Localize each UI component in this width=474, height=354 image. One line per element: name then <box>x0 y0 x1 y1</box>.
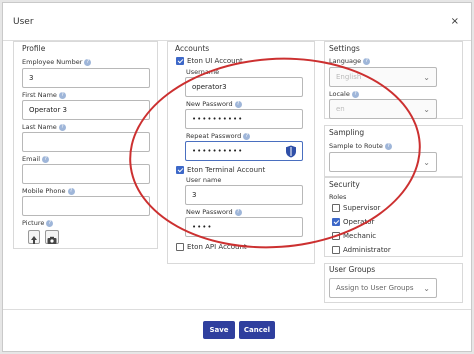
username-field[interactable]: operator3 <box>185 77 303 97</box>
user-groups-title: User Groups <box>329 265 376 274</box>
close-icon[interactable]: × <box>451 16 459 27</box>
profile-panel: Profile Employee Number? 3 First Name? O… <box>13 41 158 249</box>
sampling-panel: Sampling Sample to Route? ⌄ <box>324 125 463 177</box>
locale-label: Locale? <box>329 90 359 98</box>
operator-checkbox[interactable] <box>332 218 340 226</box>
terminal-username-field[interactable]: 3 <box>185 185 303 205</box>
settings-title: Settings <box>329 44 360 53</box>
username-label: Username <box>186 68 220 76</box>
camera-icon[interactable] <box>45 230 59 244</box>
terminal-password-label: New Password? <box>186 208 242 216</box>
eton-api-checkbox[interactable] <box>176 243 184 251</box>
sampling-title: Sampling <box>329 128 365 137</box>
new-password-label: New Password? <box>186 100 242 108</box>
help-icon[interactable]: ? <box>67 188 75 195</box>
repeat-password-field[interactable]: •••••••••• <box>185 141 303 161</box>
picture-label: Picture? <box>22 219 54 227</box>
accounts-title: Accounts <box>175 44 210 53</box>
email-label: Email? <box>22 155 50 163</box>
operator-label: Operator <box>343 218 375 226</box>
chevron-down-icon: ⌄ <box>423 73 430 82</box>
dialog-body: Profile Employee Number? 3 First Name? O… <box>3 41 471 309</box>
sample-route-label: Sample to Route? <box>329 142 392 150</box>
dialog-footer: Save Cancel <box>3 309 471 353</box>
mobile-phone-field[interactable] <box>22 196 150 216</box>
administrator-checkbox[interactable] <box>332 246 340 254</box>
first-name-field[interactable]: Operator 3 <box>22 100 150 120</box>
chevron-down-icon: ⌄ <box>423 284 430 293</box>
cancel-button[interactable]: Cancel <box>239 321 275 339</box>
help-icon[interactable]: ? <box>351 91 359 98</box>
roles-label: Roles <box>329 193 347 201</box>
supervisor-checkbox[interactable] <box>332 204 340 212</box>
language-value: English <box>336 73 362 81</box>
chevron-down-icon: ⌄ <box>423 158 430 167</box>
repeat-password-label: Repeat Password? <box>186 132 251 140</box>
help-icon[interactable]: ? <box>58 92 66 99</box>
security-panel: Security Roles Supervisor Operator Mecha… <box>324 177 463 257</box>
help-icon[interactable]: ? <box>363 58 371 65</box>
eton-api-label: Eton API Account <box>187 243 247 251</box>
terminal-username-label: User name <box>186 176 222 184</box>
repeat-password-value: •••••••••• <box>192 147 244 155</box>
mobile-phone-label: Mobile Phone? <box>22 187 75 195</box>
shield-icon[interactable] <box>285 145 297 158</box>
help-icon[interactable]: ? <box>58 124 66 131</box>
save-button[interactable]: Save <box>203 321 235 339</box>
email-field[interactable] <box>22 164 150 184</box>
sample-route-select[interactable]: ⌄ <box>329 152 437 172</box>
dialog-title: User <box>13 17 34 27</box>
first-name-label: First Name? <box>22 91 66 99</box>
settings-panel: Settings Language? English ⌄ Locale? en ⌄ <box>324 41 463 119</box>
supervisor-label: Supervisor <box>343 204 381 212</box>
eton-terminal-checkbox[interactable] <box>176 166 184 174</box>
help-icon[interactable]: ? <box>243 133 251 140</box>
help-icon[interactable]: ? <box>42 156 50 163</box>
dialog-titlebar: User × <box>3 3 471 41</box>
new-password-field[interactable]: •••••••••• <box>185 109 303 129</box>
employee-number-label: Employee Number? <box>22 58 92 66</box>
help-icon[interactable]: ? <box>384 143 392 150</box>
locale-select[interactable]: en ⌄ <box>329 99 437 119</box>
locale-value: en <box>336 105 345 113</box>
help-icon[interactable]: ? <box>234 101 242 108</box>
chevron-down-icon: ⌄ <box>423 105 430 114</box>
eton-ui-checkbox[interactable] <box>176 57 184 65</box>
eton-ui-label: Eton UI Account <box>187 57 243 65</box>
eton-terminal-label: Eton Terminal Account <box>187 166 266 174</box>
profile-title: Profile <box>22 44 46 53</box>
accounts-panel: Accounts Eton UI Account Username operat… <box>167 41 315 264</box>
administrator-label: Administrator <box>343 246 391 254</box>
user-groups-select[interactable]: Assign to User Groups ⌄ <box>329 278 437 298</box>
terminal-password-field[interactable]: •••• <box>185 217 303 237</box>
last-name-label: Last Name? <box>22 123 66 131</box>
help-icon[interactable]: ? <box>84 59 92 66</box>
upload-icon[interactable] <box>28 230 40 244</box>
user-groups-panel: User Groups Assign to User Groups ⌄ <box>324 263 463 303</box>
help-icon[interactable]: ? <box>234 209 242 216</box>
language-select[interactable]: English ⌄ <box>329 67 437 87</box>
last-name-field[interactable] <box>22 132 150 152</box>
mechanic-label: Mechanic <box>343 232 377 240</box>
mechanic-checkbox[interactable] <box>332 232 340 240</box>
help-icon[interactable]: ? <box>46 220 54 227</box>
security-title: Security <box>329 180 360 189</box>
user-dialog: User × Profile Employee Number? 3 First … <box>2 2 472 352</box>
user-groups-placeholder: Assign to User Groups <box>336 284 414 292</box>
employee-number-field[interactable]: 3 <box>22 68 150 88</box>
language-label: Language? <box>329 57 371 65</box>
